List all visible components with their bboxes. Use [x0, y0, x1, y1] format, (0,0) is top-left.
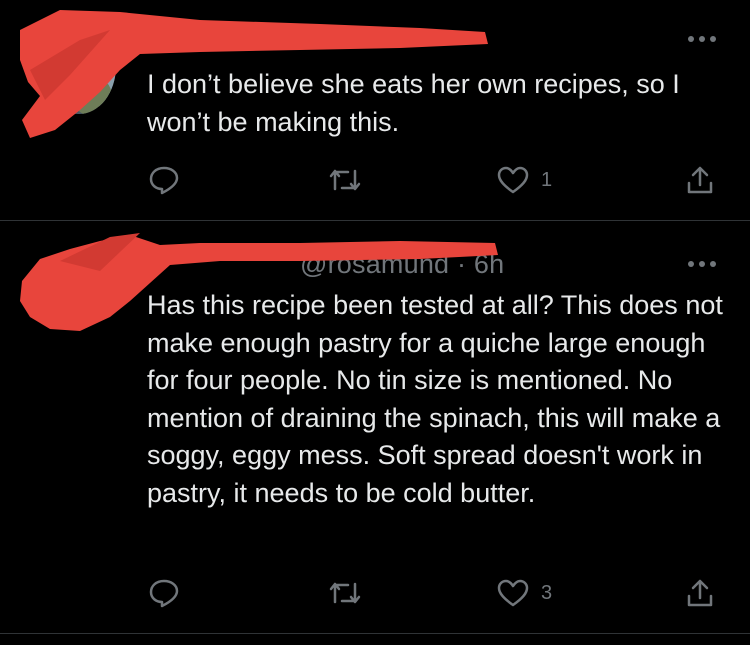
repost-button[interactable] [328, 166, 362, 194]
share-icon [687, 579, 713, 607]
divider [0, 633, 750, 634]
reply-text: Has this recipe been tested at all? This… [147, 290, 723, 508]
share-icon [687, 166, 713, 194]
repost-icon [329, 582, 361, 604]
share-button[interactable] [686, 578, 714, 608]
repost-icon [329, 169, 361, 191]
heart-icon [497, 579, 529, 607]
share-button[interactable] [686, 165, 714, 195]
like-count: 3 [541, 581, 553, 604]
more-options-button[interactable] [688, 29, 716, 49]
heart-icon [497, 166, 529, 194]
reply-text: I don’t believe she eats her own recipes… [147, 69, 680, 137]
reply-card[interactable]: @rosamund · 6h Has this recipe been test… [0, 221, 750, 633]
reply-icon [149, 166, 179, 195]
reply-icon [149, 579, 179, 608]
reply-button[interactable] [148, 578, 180, 608]
repost-button[interactable] [328, 579, 362, 607]
like-count: 1 [541, 168, 553, 191]
reply-card[interactable]: I don’t believe she eats her own recipes… [0, 0, 750, 220]
like-button[interactable]: 1 [497, 166, 552, 194]
like-button[interactable]: 3 [497, 579, 552, 607]
reply-button[interactable] [148, 165, 180, 195]
more-options-button[interactable] [688, 254, 716, 274]
